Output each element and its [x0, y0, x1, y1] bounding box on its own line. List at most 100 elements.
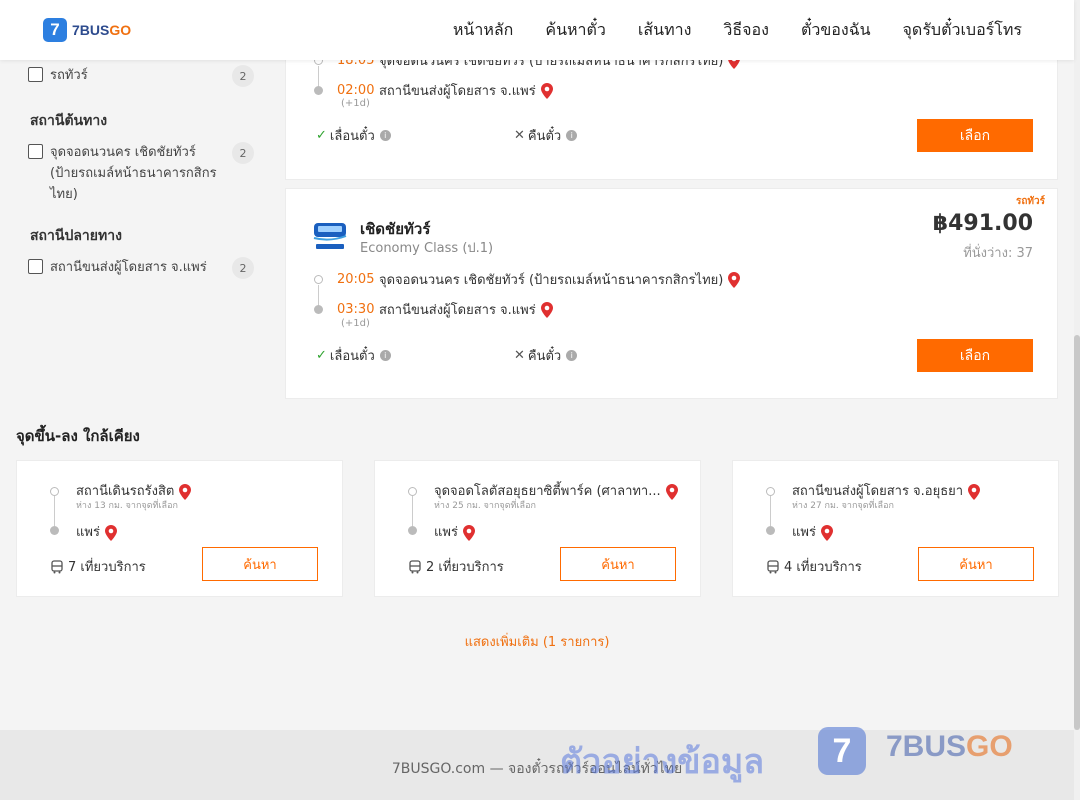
nav-home[interactable]: หน้าหลัก [453, 18, 514, 43]
watermark-logo: 7 [818, 727, 866, 775]
filter-label: สถานีขนส่งผู้โดยสาร จ.แพร่ [50, 260, 207, 275]
to-dot [408, 526, 417, 535]
nearby-stop-card: สถานีขนส่งผู้โดยสาร จ.อยุธยา ห่าง 27 กม.… [732, 460, 1059, 597]
filter-destination-station[interactable]: สถานีขนส่งผู้โดยสาร จ.แพร่ 2 [28, 257, 256, 279]
from-dot [408, 487, 417, 496]
checkbox[interactable] [28, 67, 43, 82]
bus-icon [409, 559, 421, 573]
map-pin-icon[interactable] [728, 271, 741, 288]
nav-ticket-pickup[interactable]: จุดรับตั๋วเบอร์โทร [903, 18, 1022, 43]
departure-time: 20:05 [337, 272, 375, 287]
count-badge: 2 [232, 142, 254, 164]
ticket-price: ฿491.00 [932, 211, 1033, 236]
arrival-place: สถานีขนส่งผู้โดยสาร จ.แพร่ [379, 84, 536, 99]
to-dot [50, 526, 59, 535]
nearby-stop-card: สถานีเดินรถรังสิต ห่าง 13 กม. จากจุดที่เ… [16, 460, 343, 597]
nearby-stops-title: จุดขึ้น-ลง ใกล้เคียง [16, 427, 140, 445]
refund-label: คืนตั๋ว [527, 349, 562, 364]
trip-count: 7 เที่ยวบริการ [50, 556, 146, 577]
trip-count: 4 เที่ยวบริการ [766, 556, 862, 577]
show-more-link[interactable]: แสดงเพิ่มเติม (1 รายการ) [0, 631, 1074, 652]
filter-bus-type-tour[interactable]: รถทัวร์ 2 [28, 65, 256, 87]
nav-how-to-book[interactable]: วิธีจอง [723, 18, 769, 43]
map-pin-icon[interactable] [540, 82, 553, 99]
info-icon[interactable]: i [566, 130, 578, 141]
logo-text-a: 7BUS [72, 22, 110, 38]
arrival-row: 03:30 สถานีขนส่งผู้โดยสาร จ.แพร่ [314, 299, 553, 320]
check-icon: ✓ [316, 348, 327, 363]
from-dot [50, 487, 59, 496]
refund-label: คืนตั๋ว [527, 129, 562, 144]
watermark-brand-b: GO [966, 730, 1013, 763]
change-ticket-policy: ✓ เลื่อนตั๋ว i [316, 345, 391, 366]
map-pin-icon[interactable] [104, 524, 117, 541]
filter-label: จุดจอดนวนคร เชิดชัยทัวร์ (ป้ายรถเมล์หน้า… [50, 145, 217, 202]
nearby-from-text: จุดจอดโลตัสอยุธยาซิตี้พาร์ค (ศาลาทา... [434, 484, 661, 499]
nearby-to: แพร่ [434, 521, 475, 542]
page-scrollbar[interactable] [1074, 0, 1080, 800]
nav-search-tickets[interactable]: ค้นหาตั๋ว [545, 18, 606, 43]
map-pin-icon[interactable] [540, 301, 553, 318]
origin-filter-title: สถานีต้นทาง [30, 113, 108, 129]
change-ticket-policy: ✓ เลื่อนตั๋ว i [316, 125, 391, 146]
nearby-to: แพร่ [792, 521, 833, 542]
select-trip-button[interactable]: เลือก [917, 339, 1033, 372]
arrival-dot [314, 305, 323, 314]
nearby-to: แพร่ [76, 521, 117, 542]
arrival-time: 03:30 [337, 302, 375, 317]
scroll-thumb[interactable] [1074, 335, 1080, 730]
search-nearby-button[interactable]: ค้นหา [202, 547, 318, 581]
logo-mark: 7 [43, 18, 67, 42]
map-pin-icon[interactable] [179, 483, 192, 500]
trip-count: 2 เที่ยวบริการ [408, 556, 504, 577]
search-nearby-button[interactable]: ค้นหา [560, 547, 676, 581]
nearby-distance: ห่าง 25 กม. จากจุดที่เลือก [434, 501, 536, 511]
refund-policy: ✕ คืนตั๋ว i [514, 345, 578, 366]
info-icon[interactable]: i [379, 350, 391, 361]
info-icon[interactable]: i [379, 130, 391, 141]
route-line [770, 496, 771, 526]
to-dot [766, 526, 775, 535]
main-nav: หน้าหลัก ค้นหาตั๋ว เส้นทาง วิธีจอง ตั๋วข… [453, 0, 1022, 60]
next-day-label: (+1d) [341, 98, 370, 109]
checkbox[interactable] [28, 259, 43, 274]
map-pin-icon[interactable] [968, 483, 981, 500]
trip-count-text: 2 เที่ยวบริการ [426, 560, 504, 575]
trip-card: รถทัวร์ เชิดชัยทัวร์ Economy Class (ป.1)… [285, 188, 1058, 399]
nav-routes[interactable]: เส้นทาง [638, 18, 692, 43]
site-logo[interactable]: 7 7BUSGO [43, 18, 131, 42]
logo-text: 7BUSGO [72, 22, 131, 38]
info-icon[interactable]: i [566, 350, 578, 361]
watermark-text: ตัวอย่างข้อมูล [560, 742, 765, 782]
nearby-to-text: แพร่ [76, 525, 100, 540]
cross-icon: ✕ [514, 128, 525, 143]
count-badge: 2 [232, 65, 254, 87]
seats-available: ที่นั่งว่าง: 37 [963, 246, 1033, 261]
nearby-from-text: สถานีเดินรถรังสิต [76, 484, 175, 499]
checkbox[interactable] [28, 144, 43, 159]
arrival-dot [314, 86, 323, 95]
search-nearby-button[interactable]: ค้นหา [918, 547, 1034, 581]
operator-logo [313, 223, 347, 249]
select-trip-button[interactable]: เลือก [917, 119, 1033, 152]
trip-count-text: 4 เที่ยวบริการ [784, 560, 862, 575]
bus-type-tag: รถทัวร์ [1015, 196, 1045, 207]
refund-policy: ✕ คืนตั๋ว i [514, 125, 578, 146]
nearby-to-text: แพร่ [434, 525, 458, 540]
cross-icon: ✕ [514, 348, 525, 363]
arrival-place: สถานีขนส่งผู้โดยสาร จ.แพร่ [379, 303, 536, 318]
arrival-time: 02:00 [337, 83, 375, 98]
filter-sidebar: รถทัวร์ 2 สถานีต้นทาง จุดจอดนวนคร เชิดชั… [28, 60, 256, 292]
filter-origin-station[interactable]: จุดจอดนวนคร เชิดชัยทัวร์ (ป้ายรถเมล์หน้า… [28, 142, 256, 205]
departure-row: 20:05 จุดจอดนวนคร เชิดชัยทัวร์ (ป้ายรถเม… [314, 269, 741, 290]
top-navbar: 7 7BUSGO หน้าหลัก ค้นหาตั๋ว เส้นทาง วิธี… [0, 0, 1074, 60]
map-pin-icon[interactable] [665, 483, 678, 500]
route-line [412, 496, 413, 526]
watermark-brand: 7BUSGO [886, 730, 1013, 764]
change-ticket-label: เลื่อนตั๋ว [329, 349, 375, 364]
map-pin-icon[interactable] [820, 524, 833, 541]
nav-my-tickets[interactable]: ตั๋วของฉัน [801, 18, 871, 43]
nearby-distance: ห่าง 27 กม. จากจุดที่เลือก [792, 501, 894, 511]
nearby-to-text: แพร่ [792, 525, 816, 540]
map-pin-icon[interactable] [462, 524, 475, 541]
